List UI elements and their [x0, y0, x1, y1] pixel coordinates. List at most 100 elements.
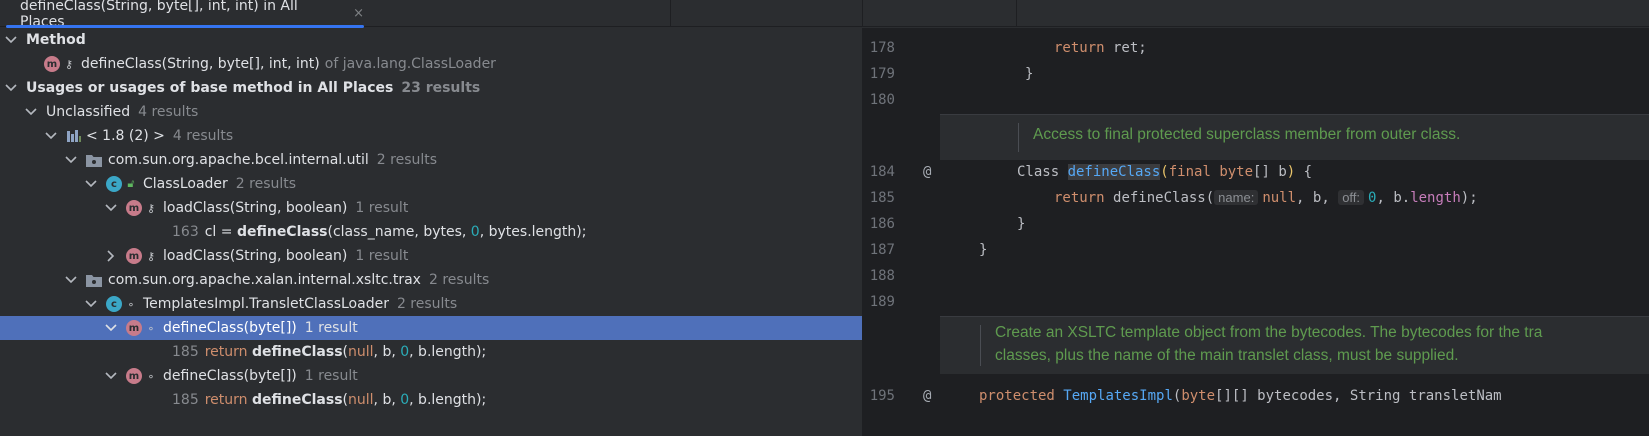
library-icon: [66, 129, 82, 143]
override-marker-icon[interactable]: @: [923, 388, 931, 404]
doc-bar: [1018, 123, 1019, 152]
usages-tree[interactable]: Method m ⚷ defineClass(String, byte[], i…: [0, 28, 862, 436]
method-defineclass-label: defineClass(byte[]): [163, 320, 297, 336]
package-xsltc-count: 2 results: [428, 272, 490, 288]
class-classloader-count: 2 results: [235, 176, 297, 192]
code-line-186: }: [1017, 216, 1026, 232]
usages-header-label: Usages or usages of base method in All P…: [26, 80, 394, 96]
protected-key-icon: ⚷: [146, 249, 156, 263]
protected-key-icon: ⚷: [64, 57, 74, 71]
target-method-signature: defineClass(String, byte[], int, int): [81, 56, 320, 72]
tab-bar: defineClass(String, byte[], int, int) in…: [0, 0, 1649, 30]
package-bcel-count: 2 results: [376, 152, 438, 168]
public-lock-icon: 🔓︎: [127, 177, 135, 190]
code-line: }: [1059, 28, 1067, 30]
line-number: 180: [869, 92, 895, 108]
method-loadclass-label: loadClass(String, boolean): [163, 248, 348, 264]
tree-row-method-header[interactable]: Method: [0, 28, 862, 52]
line-number: 179: [869, 66, 895, 82]
chevron-down-icon[interactable]: [4, 81, 18, 95]
usage-line-number: 185: [172, 344, 199, 360]
method-icon: m: [126, 248, 142, 264]
doc-comment-rendered: Access to final protected superclass mem…: [940, 114, 1649, 160]
package-bcel-label: com.sun.org.apache.bcel.internal.util: [108, 152, 369, 168]
param-hint-name: name:: [1214, 190, 1259, 205]
chevron-down-icon[interactable]: [64, 273, 78, 287]
usage-line-number: 163: [172, 224, 199, 240]
chevron-down-icon[interactable]: [104, 201, 118, 215]
code-line-187: }: [979, 242, 988, 258]
code-line-184: Class defineClass(final byte[] b) {: [1017, 164, 1313, 180]
line-gutter: 178 179 180 184 @ 185 186 187 188 189 19…: [863, 28, 940, 436]
class-transletclassloader-count: 2 results: [396, 296, 458, 312]
tree-row-target-method[interactable]: m ⚷ defineClass(String, byte[], int, int…: [0, 52, 862, 76]
tree-row-usage-185[interactable]: 185 return defineClass(null, b, 0, b.len…: [0, 388, 862, 412]
line-number: 185: [869, 190, 895, 206]
line-number: 195: [869, 388, 895, 404]
target-method-owner: of java.lang.ClassLoader: [324, 56, 496, 72]
chevron-right-icon[interactable]: [104, 249, 118, 263]
chevron-down-icon[interactable]: [44, 129, 58, 143]
doc-comment-text: Access to final protected superclass mem…: [1033, 126, 1461, 143]
tree-row-method-defineclass-1[interactable]: m ∘ defineClass(byte[]) 1 result: [0, 316, 862, 340]
tab-separator: [1016, 0, 1017, 27]
method-icon: m: [126, 320, 142, 336]
class-transletclassloader-label: TemplatesImpl.TransletClassLoader: [143, 296, 389, 312]
tree-row-method-defineclass-2[interactable]: m ∘ defineClass(byte[]) 1 result: [0, 364, 862, 388]
line-number: 186: [869, 216, 895, 232]
method-loadclass-count: 1 result: [355, 200, 409, 216]
chevron-down-icon[interactable]: [84, 297, 98, 311]
tree-row-method-loadclass-2[interactable]: m ⚷ loadClass(String, boolean) 1 result: [0, 244, 862, 268]
tree-row-method-loadclass-1[interactable]: m ⚷ loadClass(String, boolean) 1 result: [0, 196, 862, 220]
doc-comment-text: Create an XSLTC template object from the…: [995, 324, 1543, 341]
tree-row-package-bcel[interactable]: com.sun.org.apache.bcel.internal.util 2 …: [0, 148, 862, 172]
override-marker-icon[interactable]: @: [923, 164, 931, 180]
chevron-down-icon[interactable]: [104, 369, 118, 383]
jdk-label: < 1.8 (2) >: [86, 128, 165, 144]
code-preview[interactable]: 178 179 180 184 @ 185 186 187 188 189 19…: [863, 28, 1649, 436]
close-icon[interactable]: ×: [353, 6, 364, 21]
method-defineclass-count: 1 result: [304, 368, 358, 384]
chevron-down-icon[interactable]: [4, 33, 18, 47]
package-xsltc-label: com.sun.org.apache.xalan.internal.xsltc.…: [108, 272, 421, 288]
line-number: 189: [869, 294, 895, 310]
tree-row-usage-163[interactable]: 163 cl = defineClass(class_name, bytes, …: [0, 220, 862, 244]
chevron-down-icon[interactable]: [84, 177, 98, 191]
chevron-down-icon[interactable]: [24, 105, 38, 119]
class-classloader-label: ClassLoader: [143, 176, 228, 192]
code-line-185: return defineClass(name: null, b, off: 0, …: [1054, 190, 1478, 206]
param-hint-off: off:: [1338, 190, 1365, 205]
tree-row-class-transletclassloader[interactable]: c ∘ TemplatesImpl.TransletClassLoader 2 …: [0, 292, 862, 316]
tree-row-package-xsltc[interactable]: com.sun.org.apache.xalan.internal.xsltc.…: [0, 268, 862, 292]
usage-code: return defineClass(null, b, 0, b.length)…: [204, 344, 487, 360]
tab-find-usages[interactable]: defineClass(String, byte[], int, int) in…: [6, 0, 364, 30]
method-defineclass-label: defineClass(byte[]): [163, 368, 297, 384]
usage-code: cl = defineClass(class_name, bytes, 0, b…: [204, 224, 587, 240]
line-number: 184: [869, 164, 895, 180]
doc-bar: [980, 325, 981, 366]
jdk-count: 4 results: [172, 128, 234, 144]
tree-row-class-classloader[interactable]: c 🔓︎ ClassLoader 2 results: [0, 172, 862, 196]
unclassified-label: Unclassified: [46, 104, 131, 120]
doc-comment-rendered: Create an XSLTC template object from the…: [940, 316, 1649, 374]
tab-separator: [670, 0, 671, 27]
tree-row-jdk[interactable]: < 1.8 (2) > 4 results: [0, 124, 862, 148]
code-line-195: protected TemplatesImpl(byte[][] bytecod…: [979, 388, 1502, 404]
tree-row-unclassified[interactable]: Unclassified 4 results: [0, 100, 862, 124]
protected-key-icon: ⚷: [146, 201, 156, 215]
method-header-label: Method: [26, 32, 86, 48]
method-loadclass-count: 1 result: [355, 248, 409, 264]
method-icon: m: [126, 368, 142, 384]
doc-comment-text: classes, plus the name of the main trans…: [995, 347, 1459, 364]
chevron-down-icon[interactable]: [104, 321, 118, 335]
usage-line-number: 185: [172, 392, 199, 408]
tree-row-usage-185[interactable]: 185 return defineClass(null, b, 0, b.len…: [0, 340, 862, 364]
tree-row-usages-header[interactable]: Usages or usages of base method in All P…: [0, 76, 862, 100]
package-private-icon: ∘: [147, 321, 155, 335]
method-defineclass-count: 1 result: [304, 320, 358, 336]
package-folder-icon: [86, 154, 102, 167]
chevron-down-icon[interactable]: [64, 153, 78, 167]
code-line-178: return ret;: [1054, 40, 1147, 56]
method-icon: m: [126, 200, 142, 216]
line-number: 178: [869, 40, 895, 56]
